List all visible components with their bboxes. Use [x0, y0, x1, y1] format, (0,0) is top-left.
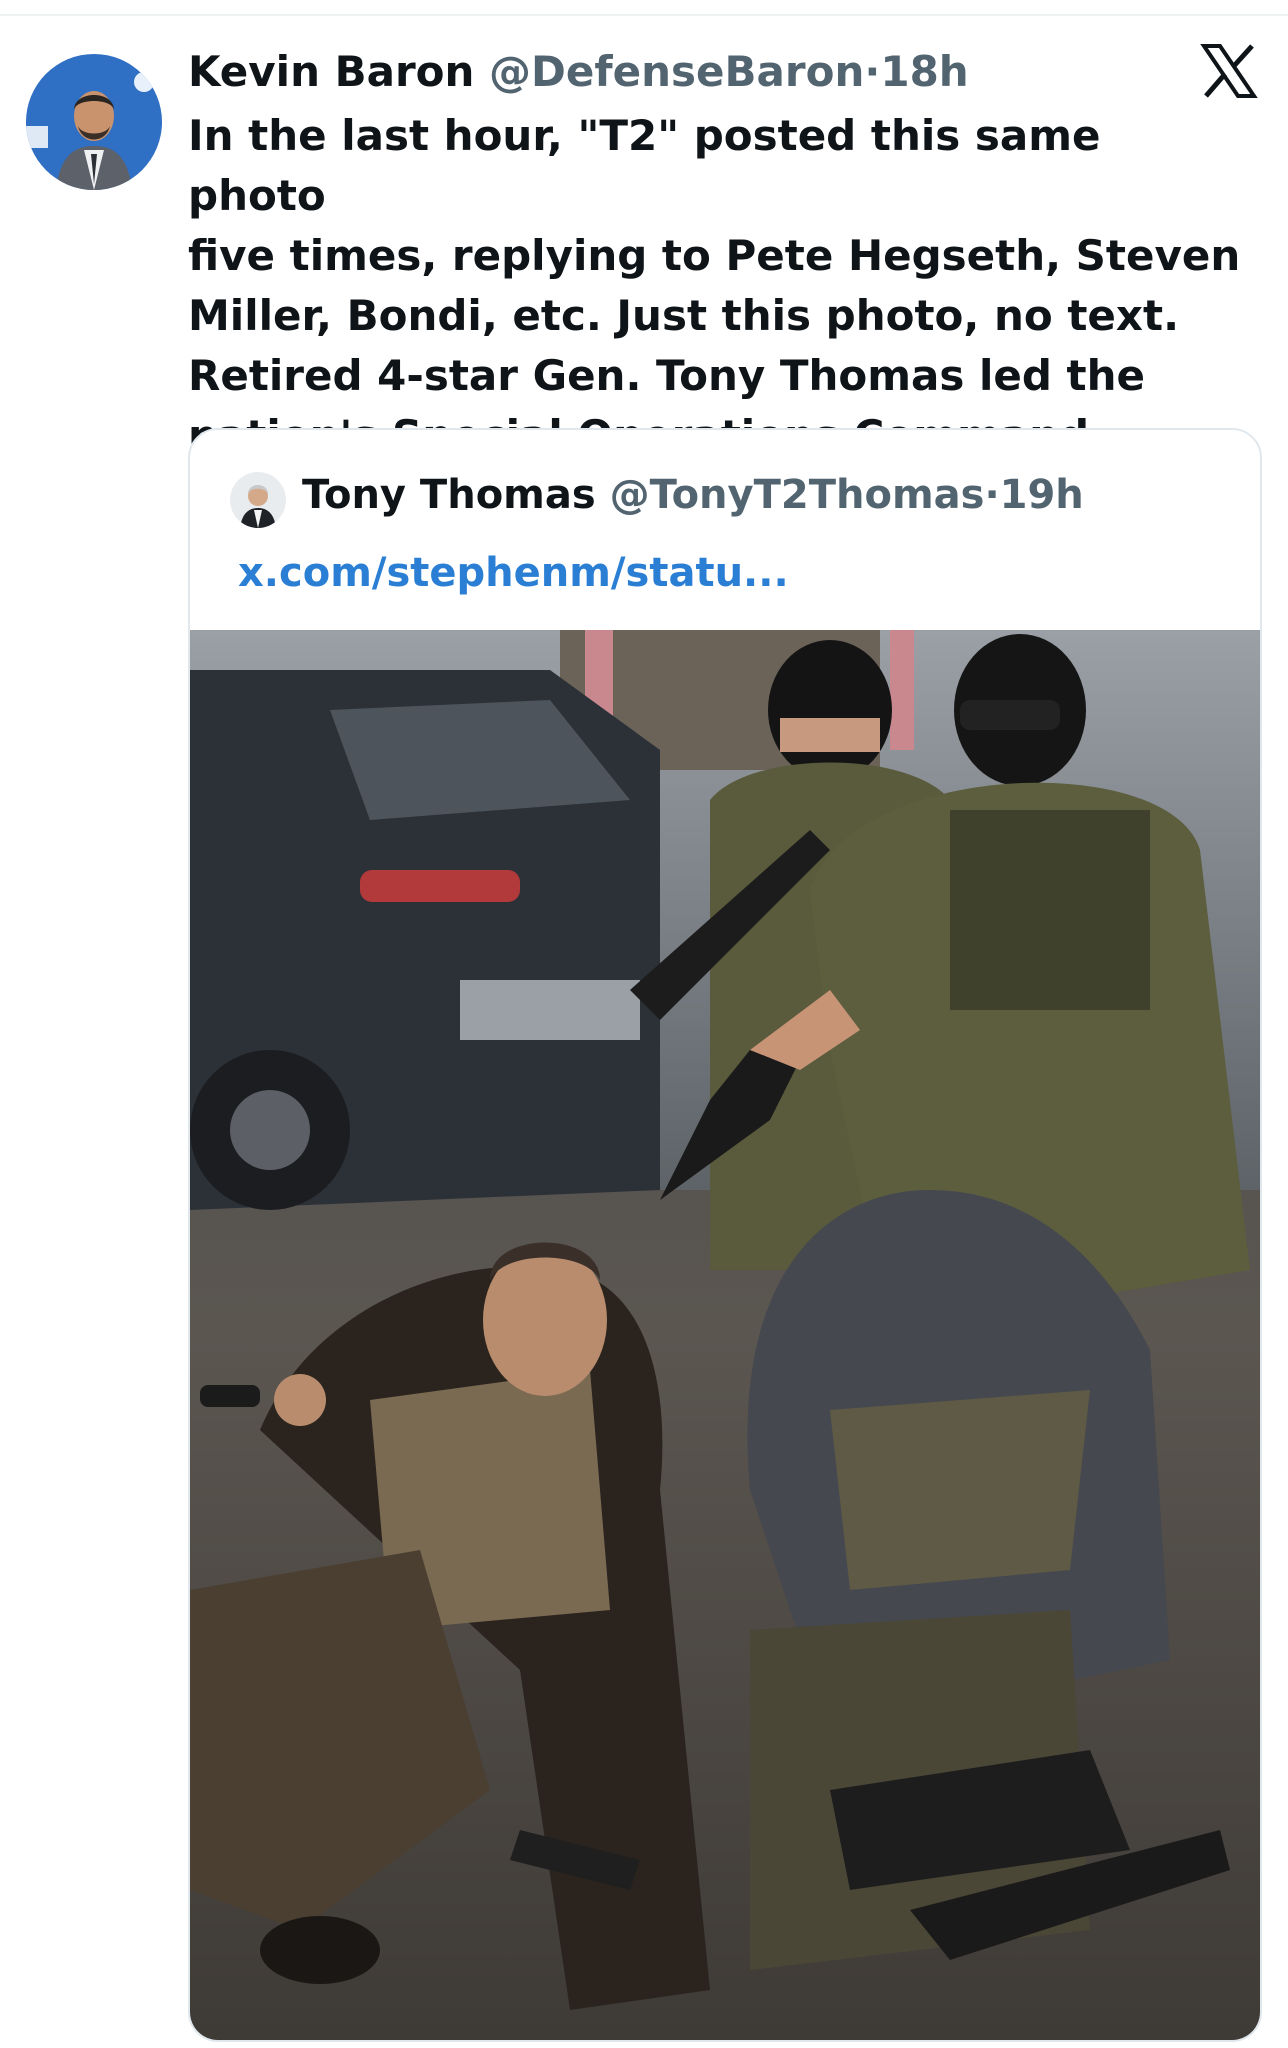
quoted-tweet-card[interactable]: Tony Thomas @TonyT2Thomas·19h x.com/step…	[188, 428, 1262, 2042]
quoted-tweet-time[interactable]: 19h	[1000, 472, 1084, 518]
author-handle[interactable]: @DefenseBaron	[489, 47, 864, 96]
separator-dot: ·	[864, 47, 881, 96]
quoted-author-name[interactable]: Tony Thomas	[302, 472, 596, 518]
top-divider	[0, 14, 1288, 16]
quoted-tweet-header: Tony Thomas @TonyT2Thomas·19h	[302, 470, 1084, 520]
quoted-author-avatar[interactable]	[230, 472, 286, 528]
tweet-time[interactable]: 18h	[880, 47, 968, 96]
quoted-tweet-photo[interactable]	[190, 630, 1260, 2040]
quoted-author-handle[interactable]: @TonyT2Thomas	[610, 472, 985, 518]
author-avatar-image	[26, 54, 162, 190]
photo-scene	[190, 630, 1260, 2040]
quoted-tweet-link[interactable]: x.com/stephenm/statu...	[238, 548, 789, 598]
tweet-header: Kevin Baron @DefenseBaron·18h	[188, 46, 969, 98]
author-name[interactable]: Kevin Baron	[188, 47, 474, 96]
x-logo-icon[interactable]	[1200, 42, 1258, 100]
quoted-separator-dot: ·	[984, 472, 1000, 518]
tweet-text: In the last hour, "T2" posted this same …	[188, 111, 1241, 460]
author-avatar[interactable]	[26, 54, 162, 190]
